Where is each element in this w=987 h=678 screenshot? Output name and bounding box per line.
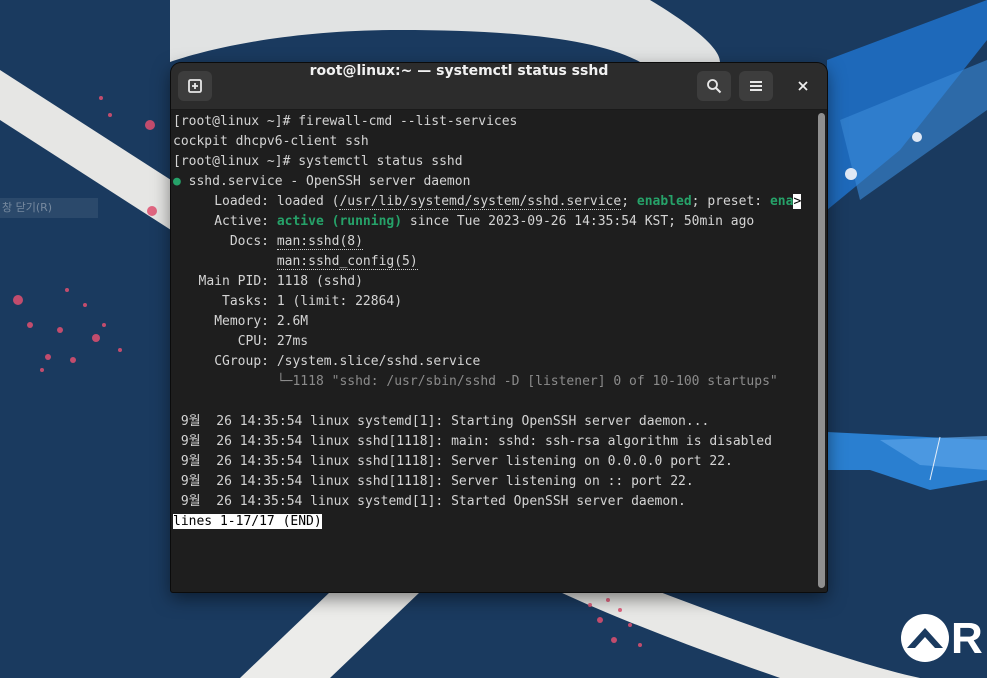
window-title: root@linux:~ — systemctl status sshd: [309, 63, 609, 79]
field-text: ;: [621, 194, 637, 209]
service-name: sshd.service - OpenSSH server daemon: [188, 174, 471, 189]
new-tab-button[interactable]: [178, 71, 212, 101]
field-label: Memory:: [214, 314, 269, 329]
field-label: Main PID:: [198, 274, 269, 289]
memory-line: Memory: 2.6M: [173, 312, 308, 332]
pager-status: lines 1-17/17 (END): [173, 514, 322, 529]
pid-line: Main PID: 1118 (sshd): [173, 272, 363, 292]
active-since: since Tue 2023-09-26 14:35:54 KST; 50min…: [402, 214, 755, 229]
logo-text: R: [951, 614, 983, 663]
docs-line: man:sshd_config(5): [173, 252, 418, 272]
journal-line: 9월 26 14:35:54 linux systemd[1]: Startin…: [173, 414, 710, 429]
tree-glyph: └─: [276, 374, 293, 389]
journal-line: 9월 26 14:35:54 linux sshd[1118]: Server …: [173, 474, 694, 489]
terminal-line: [root@linux ~]# firewall-cmd --list-serv…: [173, 114, 518, 129]
pager-status-line: lines 1-17/17 (END): [173, 512, 322, 532]
field-text: ; preset:: [691, 194, 770, 209]
field-text: loaded (: [276, 194, 340, 209]
journal-line: 9월 26 14:35:54 linux systemd[1]: Started…: [173, 494, 686, 509]
terminal-output[interactable]: [root@linux ~]# firewall-cmd --list-serv…: [171, 110, 815, 592]
active-line: Active: active (running) since Tue 2023-…: [173, 212, 754, 232]
active-state: active (running): [276, 214, 403, 229]
status-dot-icon: ●: [173, 174, 181, 189]
field-value: 1118 (sshd): [276, 274, 363, 289]
docs-link[interactable]: man:sshd_config(5): [276, 254, 418, 270]
loaded-line: Loaded: loaded (/usr/lib/systemd/system/…: [173, 192, 802, 212]
field-value: /system.slice/sshd.service: [276, 354, 481, 369]
cgroup-line: CGroup: /system.slice/sshd.service: [173, 352, 480, 372]
terminal-line: cockpit dhcpv6-client ssh: [173, 134, 369, 149]
menu-button[interactable]: [739, 71, 773, 101]
field-value: 2.6M: [276, 314, 309, 329]
window-titlebar[interactable]: root@linux:~ — systemctl status sshd: [171, 63, 827, 110]
unit-file-link[interactable]: /usr/lib/systemd/system/sshd.service: [339, 194, 622, 210]
tasks-line: Tasks: 1 (limit: 22864): [173, 292, 402, 312]
process-command: 1118 "sshd: /usr/sbin/sshd -D [listener]…: [292, 374, 778, 389]
field-label: Active:: [214, 214, 269, 229]
search-button[interactable]: [697, 71, 731, 101]
field-label: CGroup:: [214, 354, 269, 369]
field-label: Docs:: [229, 234, 269, 249]
docs-line: Docs: man:sshd(8): [173, 232, 363, 252]
cgroup-process-line: └─1118 "sshd: /usr/sbin/sshd -D [listene…: [173, 372, 778, 392]
field-label: CPU:: [237, 334, 269, 349]
hamburger-menu-icon: [750, 81, 762, 91]
enabled-state: enabled: [636, 194, 692, 209]
cpu-line: CPU: 27ms: [173, 332, 308, 352]
service-header-line: ● sshd.service - OpenSSH server daemon: [173, 172, 470, 192]
terminal-window[interactable]: root@linux:~ — systemctl status sshd [ro…: [171, 63, 827, 592]
terminal-line: [root@linux ~]# systemctl status sshd: [173, 154, 463, 169]
search-icon: [707, 79, 722, 94]
field-label: Tasks:: [222, 294, 269, 309]
terminal-scrollbar[interactable]: [816, 110, 827, 592]
new-tab-icon: [188, 79, 202, 93]
journal-line: 9월 26 14:35:54 linux sshd[1118]: main: s…: [173, 434, 772, 449]
docs-link[interactable]: man:sshd(8): [276, 234, 363, 250]
distro-logo: [901, 614, 949, 662]
truncation-marker: >: [793, 194, 802, 209]
scrollbar-thumb[interactable]: [818, 113, 825, 588]
field-value: 1 (limit: 22864): [276, 294, 403, 309]
field-label: Loaded:: [214, 194, 269, 209]
field-value: 27ms: [276, 334, 309, 349]
close-icon: [798, 81, 808, 91]
desktop-hidden-label: 창 닫기(R): [0, 198, 98, 218]
preset-value: ena: [769, 194, 794, 209]
journal-line: 9월 26 14:35:54 linux sshd[1118]: Server …: [173, 454, 733, 469]
close-button[interactable]: [791, 74, 815, 98]
